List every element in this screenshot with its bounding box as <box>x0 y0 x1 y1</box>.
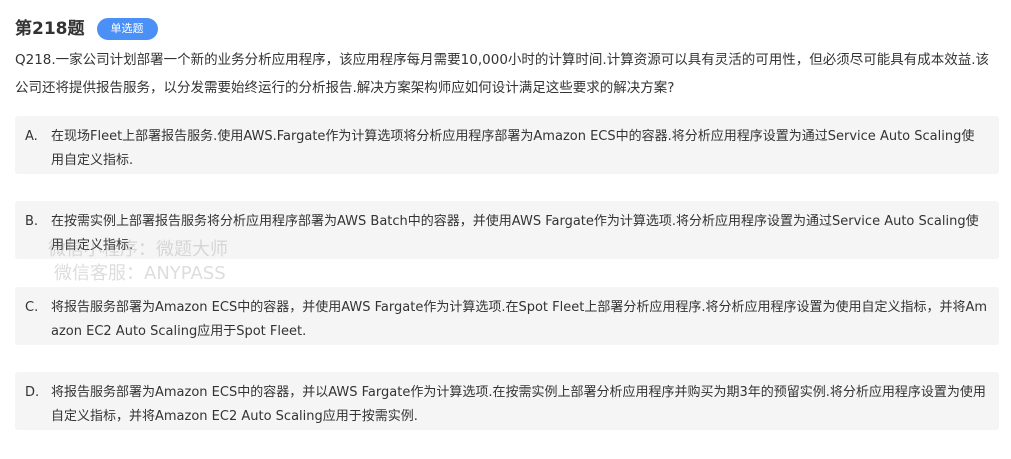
option-a[interactable]: A. 在现场Fleet上部署报告服务.使用AWS.Fargate作为计算选项将分… <box>15 116 999 174</box>
option-b[interactable]: B. 在按需实例上部署报告服务将分析应用程序部署为AWS Batch中的容器，并… <box>15 201 999 259</box>
option-a-text: 在现场Fleet上部署报告服务.使用AWS.Fargate作为计算选项将分析应用… <box>51 129 975 168</box>
question-text: Q218.一家公司计划部署一个新的业务分析应用程序，该应用程序每月需要10,00… <box>15 52 990 96</box>
option-b-text: 在按需实例上部署报告服务将分析应用程序部署为AWS Batch中的容器，并使用A… <box>51 214 979 253</box>
option-c-text: 将报告服务部署为Amazon ECS中的容器，并使用AWS Fargate作为计… <box>51 300 988 339</box>
option-a-letter: A. <box>25 129 38 144</box>
option-c[interactable]: C. 将报告服务部署为Amazon ECS中的容器，并使用AWS Fargate… <box>15 287 999 345</box>
watermark-line-2: 微信客服：ANYPASS <box>54 263 226 284</box>
question-type-badge: 单选题 <box>96 18 158 40</box>
question-header: 第218题 单选题 <box>15 16 158 42</box>
option-c-letter: C. <box>25 300 39 315</box>
option-b-letter: B. <box>25 214 39 229</box>
option-d-letter: D. <box>25 385 40 400</box>
option-d[interactable]: D. 将报告服务部署为Amazon ECS中的容器，并以AWS Fargate作… <box>15 372 999 430</box>
option-d-text: 将报告服务部署为Amazon ECS中的容器，并以AWS Fargate作为计算… <box>51 385 986 424</box>
question-number: 第218题 <box>15 19 85 39</box>
